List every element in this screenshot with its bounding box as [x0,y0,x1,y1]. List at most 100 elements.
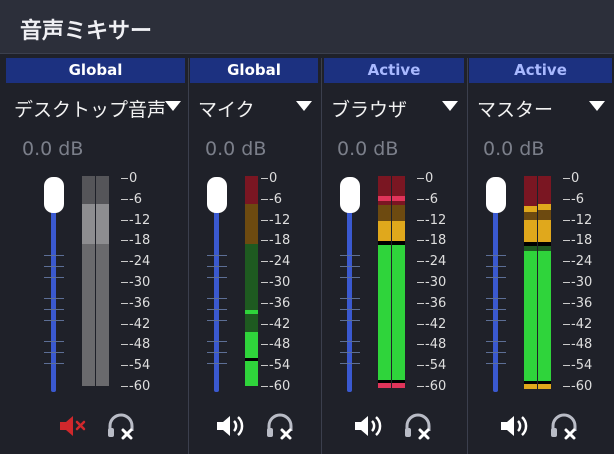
mixer-scope-badge: Global [6,58,185,83]
volume-slider-handle[interactable] [207,177,227,213]
scale-label: -6 [571,191,584,207]
db-scale: 0 -6 -12 -18 -24 -30 -36 -42 -48 -54 -60 [417,172,457,402]
source-name: マスター [477,99,554,121]
scale-tick [261,282,268,283]
scale-label: -24 [269,254,291,270]
scale-tick [563,302,570,304]
mixer-scope-badge: Active [469,58,612,83]
scale-tick [261,344,268,346]
scale-label: -42 [425,316,447,332]
scale-tick [417,261,424,263]
scale-label: -30 [571,275,593,290]
slider-ticks [44,183,64,388]
scale-tick [261,240,268,242]
scale-tick [417,386,424,387]
scale-label: -18 [425,233,447,249]
scale-label: -12 [571,212,593,228]
slider-ticks [340,183,360,388]
scale-tick [121,219,128,221]
scale-tick [417,323,424,325]
mixer-browser: Active ブラウザ 0.0 dB 0 -6 -12 -18 -24 -30 -36 -42… [321,58,467,454]
scale-label: -54 [269,358,291,374]
scale-label: -42 [129,316,151,332]
scale-tick [563,344,570,346]
scale-label: -54 [571,358,593,374]
headphones-off-icon[interactable] [547,411,583,441]
headphones-off-icon[interactable] [104,411,140,441]
mixer-scope-badge: Active [324,58,464,83]
scale-label: -30 [269,275,291,290]
scale-label: -6 [425,191,438,207]
scale-label: 0 [571,171,580,186]
db-scale: 0 -6 -12 -18 -24 -30 -36 -42 -48 -54 -60 [563,172,603,402]
scale-label: -60 [571,379,593,394]
scale-tick [417,365,424,367]
mixer-mic: Global マイク 0.0 dB 0 -6 -12 -18 -24 -30 -36 -42 -… [188,58,321,454]
scale-label: -30 [425,275,447,290]
speaker-icon[interactable] [351,411,387,441]
scale-tick [261,219,268,221]
speaker-icon[interactable] [497,411,533,441]
scale-label: -60 [269,379,291,394]
source-dropdown-icon[interactable] [589,101,605,111]
scale-label: -48 [425,337,447,353]
scale-label: -24 [129,254,151,270]
scale-label: -24 [571,254,593,270]
level-meter [245,176,258,394]
volume-slider-handle[interactable] [44,177,64,213]
scale-label: 0 [129,171,138,186]
scale-label: -60 [129,379,151,394]
scale-label: -54 [129,358,151,374]
scale-label: -30 [129,275,151,290]
scale-tick [563,240,570,242]
volume-slider-handle[interactable] [340,177,360,213]
scale-tick [417,198,424,200]
db-scale: 0 -6 -12 -18 -24 -30 -36 -42 -48 -54 -60 [261,172,301,402]
scale-tick [417,282,424,283]
db-scale: 0 -6 -12 -18 -24 -30 -36 -42 -48 -54 -60 [121,172,161,402]
volume-readout: 0.0 dB [205,138,267,160]
title-bar: 音声ミキサー [0,0,614,54]
source-dropdown-icon[interactable] [442,101,458,111]
mixer-desktop-audio: Global デスクトップ音声 0.0 dB 0 -6 -12 -18 -24 -30 -3… [0,58,188,454]
level-meter-right [96,176,109,394]
scale-tick [417,302,424,304]
slider-ticks [207,183,227,388]
scale-label: -42 [571,316,593,332]
scale-tick [121,178,128,179]
scale-tick [261,386,268,387]
window-title: 音声ミキサー [20,19,153,44]
volume-readout: 0.0 dB [22,138,84,160]
scale-tick [417,344,424,346]
speaker-muted-icon[interactable] [56,411,92,441]
headphones-off-icon[interactable] [401,411,437,441]
scale-tick [261,365,268,367]
mixer-master: Active マスター 0.0 dB 0 -6 -12 -18 -24 -30 -36 -42… [467,58,614,454]
volume-slider-handle[interactable] [486,177,506,213]
scale-label: -36 [269,295,291,311]
scale-tick [261,178,268,179]
scale-label: -42 [269,316,291,332]
scale-tick [121,302,128,304]
scale-label: -12 [425,212,447,228]
headphones-off-icon[interactable] [263,411,299,441]
speaker-icon[interactable] [213,411,249,441]
scale-label: -36 [571,295,593,311]
scale-label: -18 [571,233,593,249]
source-dropdown-icon[interactable] [296,101,312,111]
scale-tick [121,365,128,367]
scale-label: -54 [425,358,447,374]
scale-tick [121,386,128,387]
scale-label: -48 [129,337,151,353]
scale-label: -12 [129,212,151,228]
scale-label: -6 [269,191,282,207]
level-meter-right [392,176,405,394]
slider-ticks [486,183,506,388]
scale-tick [563,219,570,221]
volume-readout: 0.0 dB [483,138,545,160]
scale-label: 0 [269,171,278,186]
scale-tick [563,261,570,263]
scale-tick [417,219,424,221]
source-dropdown-icon[interactable] [165,101,181,111]
scale-label: -12 [269,212,291,228]
